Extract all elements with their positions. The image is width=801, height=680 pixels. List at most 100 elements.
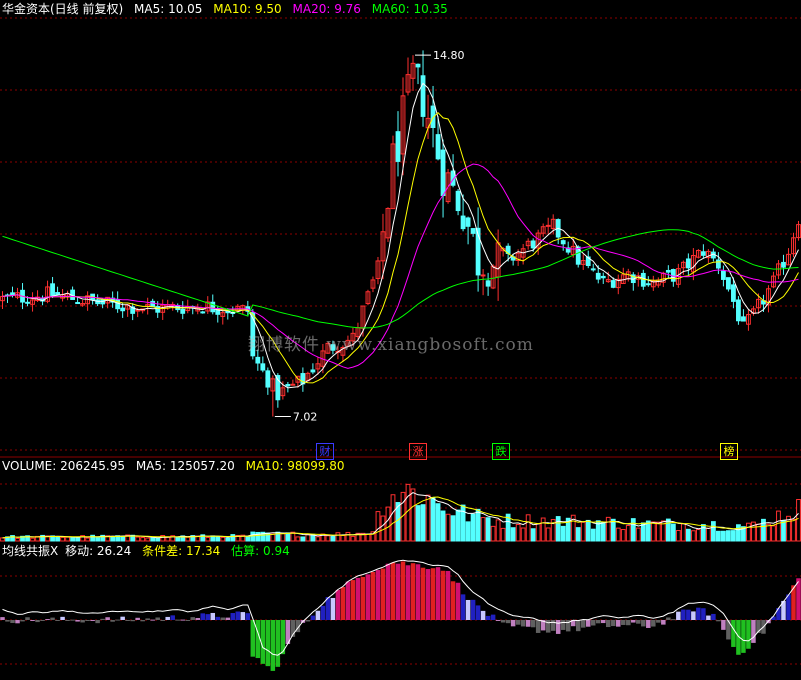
volume-bar <box>726 530 731 542</box>
event-tag-finance[interactable]: 财 <box>316 443 334 460</box>
candle-body <box>310 369 316 373</box>
event-tag-ranking[interactable]: 榜 <box>720 443 738 460</box>
candle-body <box>200 311 206 314</box>
osc-signal-line <box>2 559 799 656</box>
oscillator-bar <box>595 620 601 624</box>
candle-body <box>455 190 461 212</box>
oscillator-bar <box>165 616 170 620</box>
oscillator-bar <box>706 615 711 620</box>
oscillator-bar <box>250 620 256 657</box>
candle-body <box>285 384 291 387</box>
oscillator-bar <box>75 620 80 622</box>
volume-bar <box>270 533 276 542</box>
volume-bar <box>560 525 566 542</box>
oscillator-bar <box>405 565 411 620</box>
oscillator-bar <box>505 620 511 624</box>
candle-body <box>460 215 466 230</box>
oscillator-bar <box>435 567 441 620</box>
volume-bar <box>90 534 96 542</box>
oscillator-bar <box>465 599 471 620</box>
candle-body <box>415 63 421 68</box>
volume-bar <box>615 527 621 542</box>
volume-bar <box>585 519 591 542</box>
oscillator-bar <box>10 620 15 623</box>
oscillator-bar <box>125 620 130 621</box>
ma60-label: MA60: 10.35 <box>371 2 448 16</box>
volume-bar <box>680 523 686 542</box>
oscillator-bar <box>340 586 346 620</box>
oscillator-bar <box>601 620 606 624</box>
volume-bar <box>465 521 471 542</box>
oscillator-bar <box>520 620 526 627</box>
oscillator-bar <box>55 620 60 621</box>
oscillator-bar <box>0 617 5 620</box>
oscillator-bar <box>400 561 406 620</box>
high-marker-text: 14.80 <box>433 49 465 62</box>
oscillator-bar <box>776 608 781 620</box>
volume-bar <box>515 523 521 542</box>
oscillator-bar <box>631 620 636 623</box>
oscillator-bar <box>701 608 706 620</box>
oscillator-bar <box>70 619 75 621</box>
vol-ma5-label: MA5: 125057.20 <box>135 459 235 473</box>
volume-bar <box>540 517 546 542</box>
volume-bar <box>746 522 751 542</box>
oscillator-bar <box>205 614 211 620</box>
oscillator-bar <box>485 615 491 620</box>
oscillator-bar <box>350 580 356 620</box>
volume-bar <box>490 525 496 542</box>
volume-bar <box>110 536 116 542</box>
volume-bar <box>655 521 661 542</box>
volume-bar <box>736 524 741 542</box>
oscillator-bar <box>170 615 175 620</box>
volume-bar <box>60 536 65 542</box>
volume-bar <box>230 534 236 542</box>
oscillator-bar <box>470 599 476 620</box>
event-tag-fall[interactable]: 跌 <box>492 443 510 460</box>
oscillator-bar <box>145 618 150 620</box>
oscillator-bar <box>345 581 351 620</box>
oscillator-bar <box>425 569 431 620</box>
volume-bar <box>420 504 426 542</box>
oscillator-bar <box>365 574 371 620</box>
oscillator-bar <box>60 616 65 620</box>
oscillator-bar <box>585 620 591 627</box>
volume-bar <box>0 537 5 542</box>
volume-bar <box>215 535 221 542</box>
oscillator-bar <box>360 576 366 620</box>
oscillator-line <box>2 559 799 656</box>
volume-bar <box>335 532 341 542</box>
volume-bar <box>185 536 191 542</box>
volume-bar <box>796 499 801 542</box>
oscillator-bar <box>150 619 155 621</box>
candle-body <box>645 283 651 286</box>
oscillator-bar <box>335 589 341 620</box>
volume-bar <box>776 510 781 542</box>
volume-bars <box>0 483 801 542</box>
volume-bar <box>150 537 156 542</box>
oscillator-bar <box>751 620 756 643</box>
volume-bar <box>340 535 346 542</box>
candle-body <box>485 280 491 287</box>
oscillator-bar <box>375 570 381 620</box>
oscillator-bar <box>716 620 721 622</box>
volume-bar <box>430 497 436 542</box>
volume-bar <box>781 520 786 542</box>
candle-body <box>685 258 691 269</box>
oscillator-bar <box>315 610 321 620</box>
oscillator-bar <box>440 570 446 620</box>
oscillator-bar <box>320 605 326 620</box>
volume-bar <box>155 537 161 542</box>
oscillator-bar <box>671 619 676 621</box>
oscillator-bar <box>590 620 596 626</box>
candle-body <box>435 134 441 160</box>
event-tag-rise[interactable]: 涨 <box>409 443 427 460</box>
oscillator-bar <box>686 609 691 620</box>
volume-bar <box>140 537 146 542</box>
oscillator-bar <box>220 617 226 620</box>
candle-body <box>50 283 55 296</box>
candle-body <box>465 217 471 227</box>
oscillator-bar <box>225 617 231 620</box>
volume-bar <box>650 521 656 542</box>
candle-body <box>736 299 741 322</box>
